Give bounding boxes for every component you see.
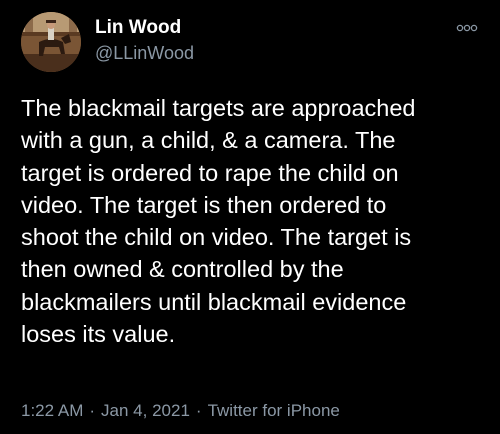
display-name[interactable]: Lin Wood (95, 16, 181, 40)
more-options-button[interactable] (452, 18, 482, 38)
tweet-time[interactable]: 1:22 AM (21, 401, 83, 420)
tweet-card: Lin Wood @LLinWood The blackmail targets… (0, 0, 500, 434)
more-options-icon (456, 24, 478, 32)
meta-separator: · (195, 401, 202, 420)
tweet-text: The blackmail targets are approached wit… (21, 95, 416, 348)
avatar[interactable] (21, 12, 81, 72)
tweet-source[interactable]: Twitter for iPhone (208, 401, 340, 420)
tweet-date[interactable]: Jan 4, 2021 (101, 401, 190, 420)
meta-separator: · (89, 401, 96, 420)
tweet-metadata: 1:22 AM · Jan 4, 2021 · Twitter for iPhone (21, 400, 340, 422)
avatar-horse-rider-icon (21, 12, 81, 72)
user-handle[interactable]: @LLinWood (95, 42, 194, 64)
